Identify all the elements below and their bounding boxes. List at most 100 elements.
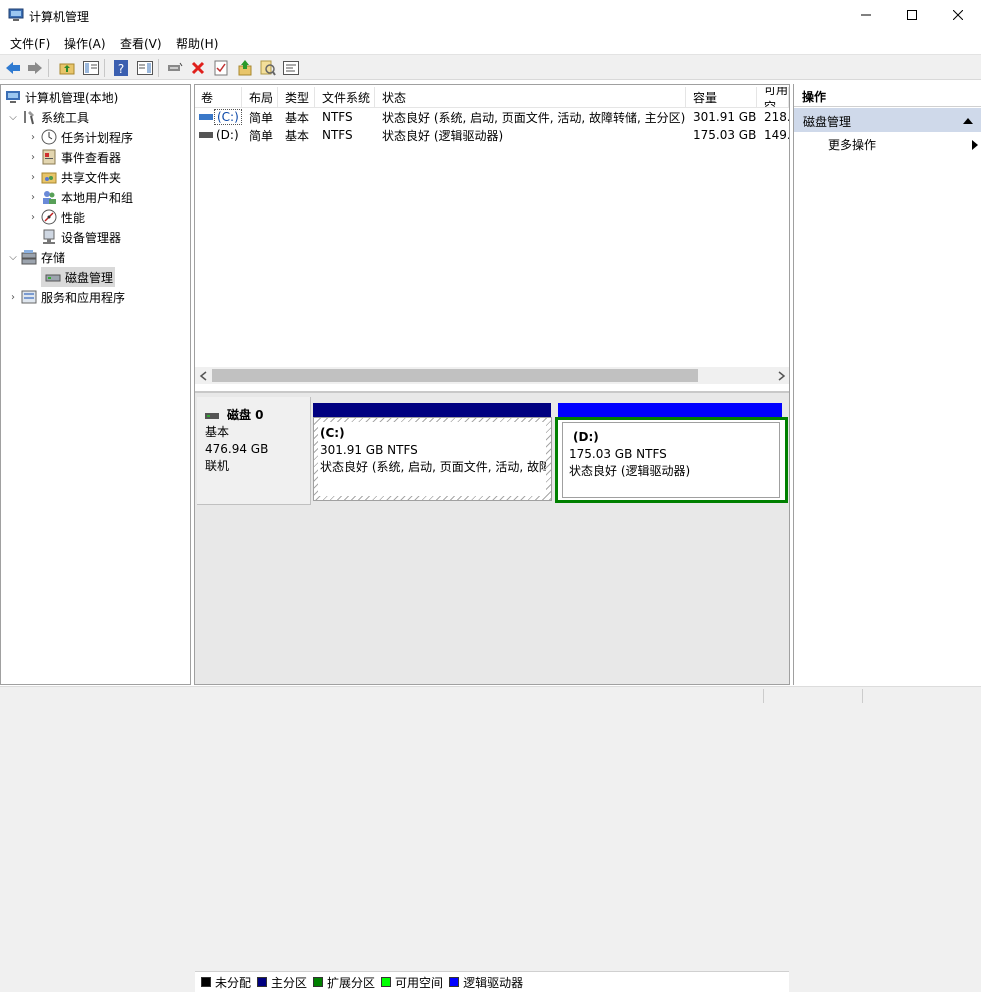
disk-info[interactable]: 磁盘 0 基本 476.94 GB 联机	[197, 397, 311, 505]
submenu-arrow-icon	[972, 140, 978, 150]
more-actions-item[interactable]: 更多操作	[794, 134, 981, 154]
status-cell: 状态良好 (逻辑驱动器)	[382, 128, 504, 143]
computer-management-icon	[8, 8, 24, 21]
search-button[interactable]	[259, 59, 276, 76]
column-header-volume[interactable]: 卷	[195, 87, 242, 108]
column-header-filesystem[interactable]: 文件系统	[316, 87, 375, 108]
properties-button[interactable]	[282, 59, 299, 76]
close-button[interactable]	[935, 0, 981, 30]
tree-label: 设备管理器	[61, 230, 122, 245]
column-header-type[interactable]: 类型	[279, 87, 315, 108]
export-icon	[238, 59, 251, 75]
layout-cell: 简单	[249, 128, 274, 143]
scrollbar-thumb[interactable]	[212, 369, 698, 382]
menu-help[interactable]: 帮助(H)	[176, 35, 218, 52]
disk-icon	[205, 412, 219, 419]
back-button[interactable]	[4, 59, 21, 76]
partition-status: 状态良好 (系统, 启动, 页面文件, 活动, 故障转	[320, 460, 546, 474]
column-header-capacity[interactable]: 容量	[687, 87, 757, 108]
chevron-down-icon[interactable]: ⌵	[7, 252, 19, 263]
tree-item-task-scheduler[interactable]: › 任务计划程序	[27, 127, 133, 147]
chevron-down-icon[interactable]: ⌵	[7, 112, 19, 123]
tree-label: 任务计划程序	[61, 130, 134, 145]
tree-label: 系统工具	[41, 110, 90, 125]
filesystem-cell: NTFS	[322, 128, 353, 142]
chevron-right-icon[interactable]: ›	[27, 212, 39, 223]
tree-item-shared-folders[interactable]: › 共享文件夹	[27, 167, 121, 187]
type-cell: 基本	[285, 110, 310, 125]
tree-label: 事件查看器	[61, 150, 122, 165]
tree-item-event-viewer[interactable]: › 事件查看器	[27, 147, 121, 167]
tree-item-local-users[interactable]: › 本地用户和组	[27, 187, 133, 207]
actions-section-disk-management[interactable]: 磁盘管理	[794, 108, 981, 132]
tree-label: 本地用户和组	[61, 190, 134, 205]
search-icon	[260, 60, 276, 76]
help-button[interactable]: ?	[112, 59, 129, 76]
toolbar: ?	[0, 54, 981, 80]
export-button[interactable]	[236, 59, 253, 76]
tree-item-performance[interactable]: › 性能	[27, 207, 85, 227]
disk-icon	[45, 274, 61, 282]
tree-label: 磁盘管理	[65, 270, 114, 285]
shared-folder-icon	[41, 172, 57, 184]
menu-file[interactable]: 文件(F)	[10, 35, 50, 52]
chevron-right-icon[interactable]: ›	[27, 172, 39, 183]
tree-item-system-tools[interactable]: ⌵ 系统工具	[7, 107, 89, 127]
close-icon	[953, 10, 963, 20]
maximize-button[interactable]	[889, 0, 935, 30]
delete-button[interactable]	[189, 59, 206, 76]
partition-d[interactable]: (D:) 175.03 GB NTFS 状态良好 (逻辑驱动器)	[555, 417, 788, 503]
scroll-right-icon[interactable]	[776, 371, 786, 381]
maximize-icon	[907, 10, 917, 20]
more-actions-label: 更多操作	[828, 138, 877, 152]
column-header-layout[interactable]: 布局	[243, 87, 278, 108]
column-header-status[interactable]: 状态	[376, 87, 686, 108]
partition-size: 301.91 GB NTFS	[320, 443, 418, 457]
menu-action[interactable]: 操作(A)	[64, 35, 106, 52]
computer-management-icon	[6, 91, 20, 103]
partition-legend: 未分配 主分区 扩展分区 可用空间 逻辑驱动器	[195, 971, 789, 992]
tree-label: 服务和应用程序	[41, 290, 126, 305]
disk-state: 联机	[205, 459, 230, 473]
partition-c[interactable]: (C:) 301.91 GB NTFS 状态良好 (系统, 启动, 页面文件, …	[313, 417, 552, 501]
collapse-icon[interactable]	[963, 117, 973, 125]
show-hide-tree-button[interactable]	[82, 59, 99, 76]
chevron-right-icon[interactable]: ›	[27, 192, 39, 203]
navigation-tree: 计算机管理(本地) ⌵ 系统工具 › 任务计划程序 › 事件查看器 › 共享文件…	[0, 84, 191, 685]
chevron-right-icon[interactable]: ›	[27, 152, 39, 163]
legend-swatch	[201, 977, 211, 987]
show-action-pane-icon	[136, 60, 153, 75]
chevron-right-icon[interactable]: ›	[7, 292, 19, 303]
forward-button[interactable]	[26, 59, 43, 76]
show-hide-tree-icon	[82, 60, 99, 75]
connect-button[interactable]	[166, 59, 183, 76]
show-action-pane-button[interactable]	[136, 59, 153, 76]
tree-item-device-manager[interactable]: 设备管理器	[39, 227, 121, 247]
capacity-cell: 301.91 GB	[693, 110, 757, 124]
column-header-free[interactable]: 可用空	[758, 87, 789, 108]
back-icon	[5, 61, 20, 74]
device-manager-icon	[43, 229, 55, 244]
menu-view[interactable]: 查看(V)	[120, 35, 162, 52]
partition-d-bar	[558, 403, 782, 417]
scroll-left-icon[interactable]	[199, 371, 209, 381]
partition-label: (D:)	[573, 430, 599, 444]
minimize-button[interactable]	[843, 0, 889, 30]
chevron-right-icon[interactable]: ›	[27, 132, 39, 143]
tree-item-services[interactable]: › 服务和应用程序	[7, 287, 125, 307]
check-icon	[214, 60, 227, 75]
check-button[interactable]	[212, 59, 229, 76]
tree-item-storage[interactable]: ⌵ 存储	[7, 247, 65, 267]
actions-header: 操作	[794, 84, 981, 107]
tree-label: 存储	[41, 250, 66, 265]
section-label: 磁盘管理	[803, 115, 852, 129]
legend-label: 未分配	[215, 975, 252, 990]
up-folder-button[interactable]	[58, 59, 75, 76]
horizontal-scrollbar[interactable]	[195, 367, 789, 384]
disk-kind: 基本	[205, 425, 230, 439]
properties-icon	[282, 60, 299, 75]
legend-label: 主分区	[271, 975, 308, 990]
tree-item-root[interactable]: 计算机管理(本地)	[5, 87, 118, 107]
tree-item-disk-management[interactable]: 磁盘管理	[41, 267, 116, 287]
performance-icon	[41, 209, 57, 225]
